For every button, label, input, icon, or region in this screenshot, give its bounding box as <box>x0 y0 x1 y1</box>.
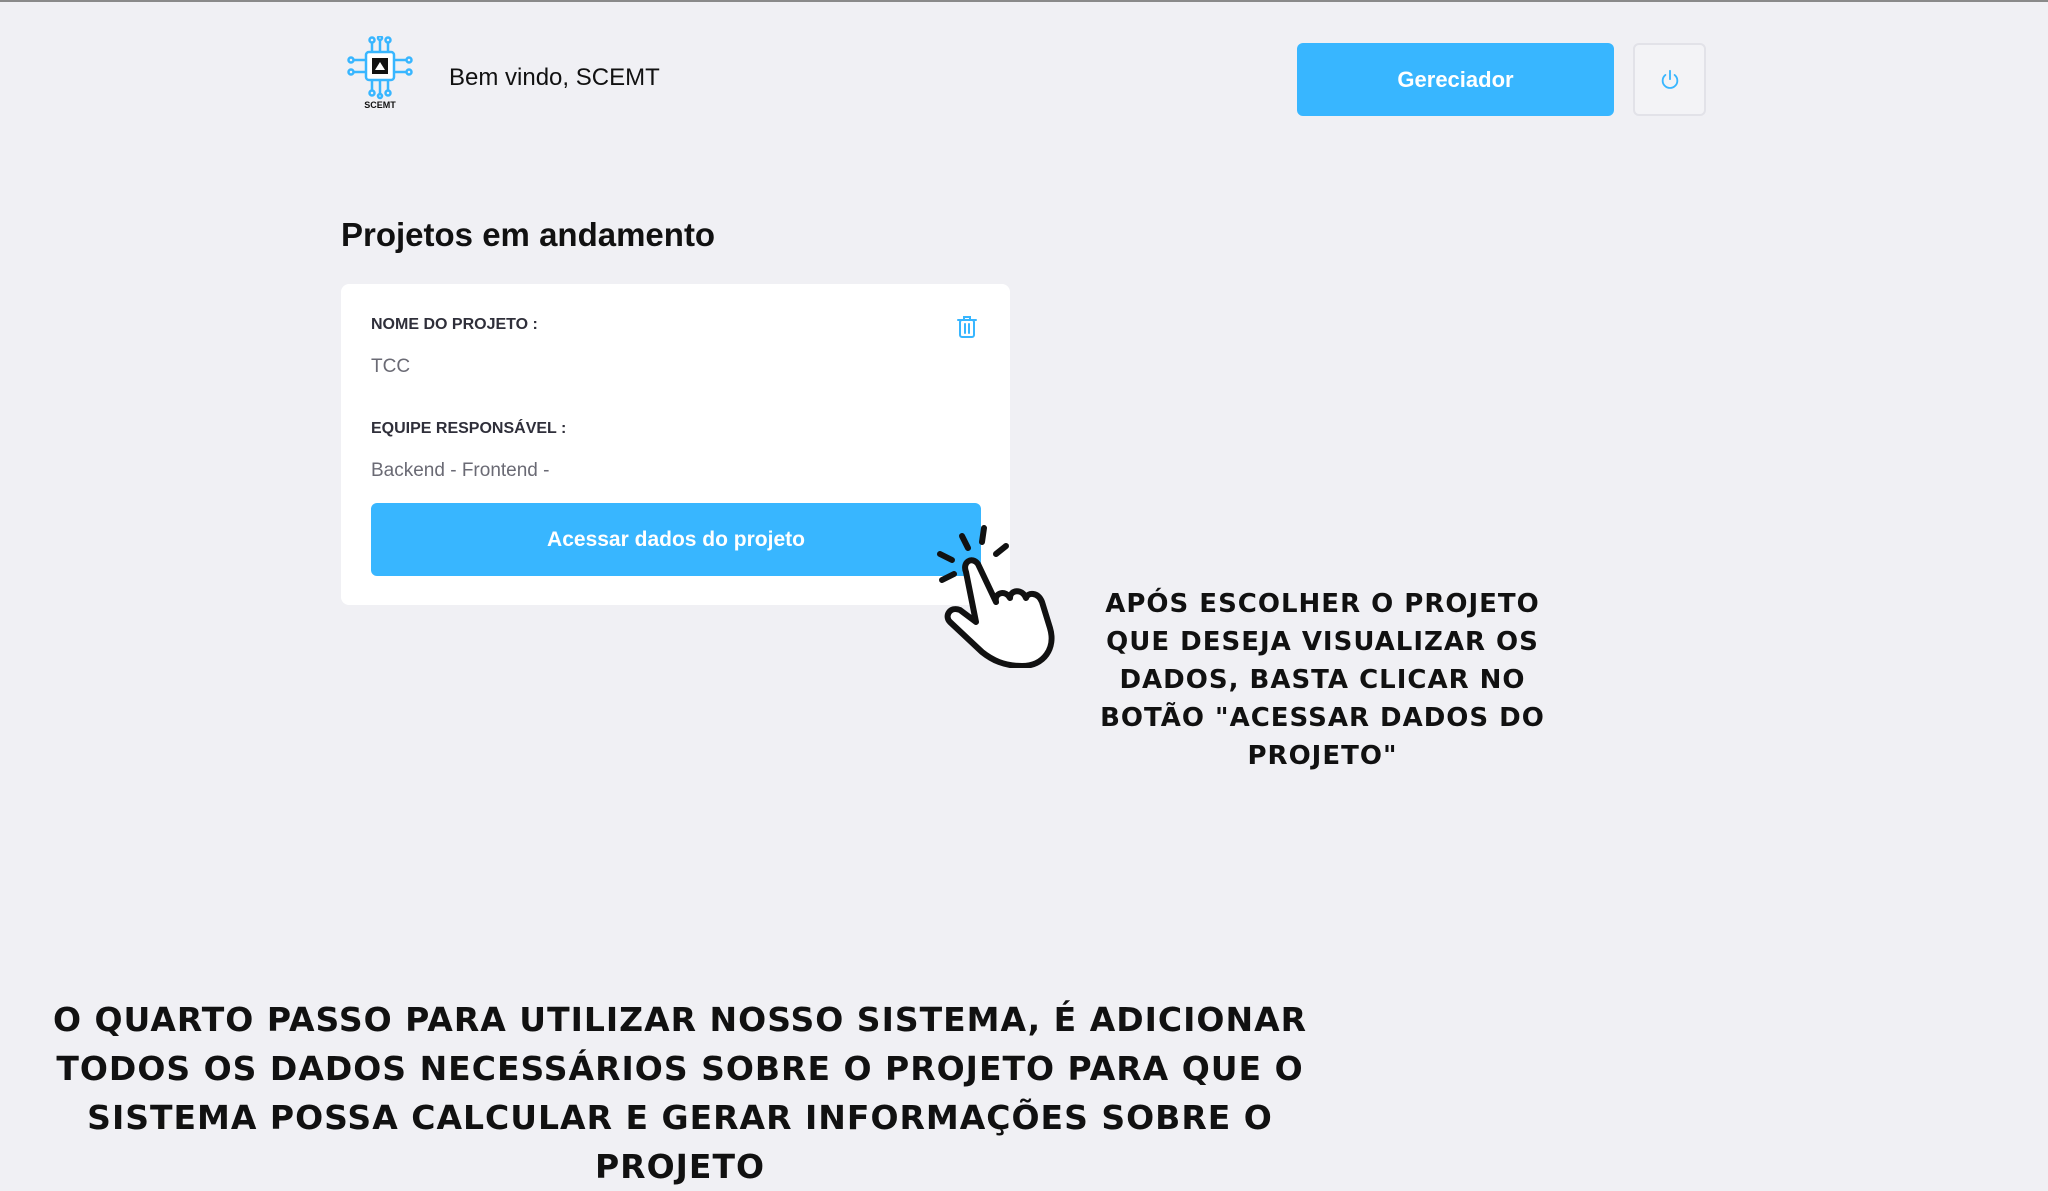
project-name-label: NOME DO PROJETO : <box>371 316 538 333</box>
logout-button[interactable] <box>1633 43 1706 116</box>
app-logo: SCEMT <box>344 36 416 118</box>
logo-text: SCEMT <box>364 100 396 110</box>
trash-icon <box>957 316 977 338</box>
step-description: O QUARTO PASSO PARA UTILIZAR NOSSO SISTE… <box>52 1000 1308 1186</box>
team-label: EQUIPE RESPONSÁVEL : <box>371 420 567 437</box>
access-project-button[interactable]: Acessar dados do projeto <box>371 503 981 576</box>
hand-click-icon <box>910 518 1060 669</box>
team-value: Backend - Frontend - <box>371 460 550 481</box>
manager-button-label: Gereciador <box>1397 66 1514 92</box>
top-border <box>0 0 2048 2</box>
chip-logo-icon <box>347 36 413 100</box>
manager-button[interactable]: Gereciador <box>1297 43 1614 116</box>
welcome-text: Bem vindo, SCEMT <box>449 64 660 91</box>
power-icon <box>1661 69 1678 89</box>
page-title: Projetos em andamento <box>341 216 716 253</box>
instruction-callout: APÓS ESCOLHER O PROJETO QUE DESEJA VISUA… <box>1100 589 1545 771</box>
project-name-value: TCC <box>371 356 411 377</box>
delete-project-button[interactable] <box>955 314 979 340</box>
access-project-label: Acessar dados do projeto <box>547 527 805 551</box>
